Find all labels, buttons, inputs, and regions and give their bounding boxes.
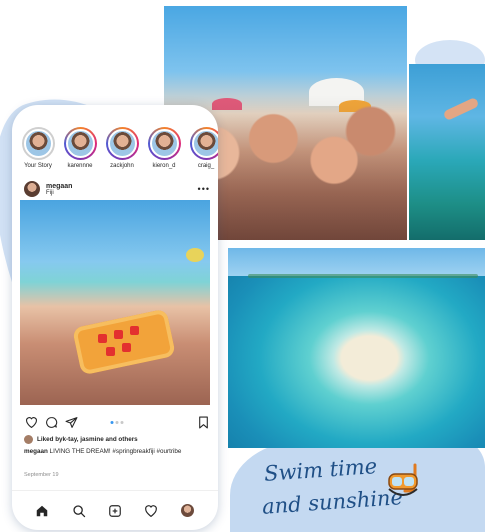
snorkel-diver-photo: [409, 64, 485, 240]
pong-float-shape: [72, 308, 176, 376]
carousel-dot: [120, 420, 124, 424]
post-caption: megaan LIVING THE DREAM! #springbreakfij…: [24, 448, 214, 455]
liked-prefix: Liked by: [37, 436, 63, 443]
avatar: [191, 129, 218, 158]
post-actions: [24, 415, 210, 429]
carousel-dots: [110, 420, 124, 424]
post-avatar[interactable]: [24, 181, 40, 197]
liked-names: k-tay, jasmine and others: [62, 436, 138, 443]
profile-tab[interactable]: [180, 503, 196, 519]
story-ring: [189, 127, 218, 160]
inflatable-shape: [186, 248, 204, 262]
cup-shape: [98, 334, 107, 343]
bookmark-icon[interactable]: [196, 415, 210, 429]
story-ring: [147, 127, 181, 160]
avatar: [65, 129, 95, 158]
post-username[interactable]: megaan: [46, 183, 72, 190]
story-label: craig_: [197, 163, 215, 169]
post-image[interactable]: [20, 200, 210, 405]
comment-icon[interactable]: [44, 415, 58, 429]
story-ring: [21, 127, 55, 160]
avatar: [107, 129, 137, 158]
post-location[interactable]: Fiji: [46, 190, 72, 196]
profile-avatar: [181, 504, 195, 517]
caption-text: LIVING THE DREAM! #springbreakfiji #ourt…: [47, 448, 182, 455]
cup-shape: [122, 343, 131, 352]
story-label: kieron_d: [152, 163, 176, 169]
sky-band: [228, 248, 485, 276]
story-item[interactable]: kieron_d: [146, 127, 182, 177]
post-header: megaan Fiji •••: [24, 179, 210, 199]
island-aerial-photo: [228, 248, 485, 448]
carousel-dot-active: [110, 420, 114, 424]
bottom-tab-bar: [12, 490, 218, 530]
story-item[interactable]: Your Story: [20, 127, 56, 177]
activity-heart-icon[interactable]: [143, 503, 159, 519]
carousel-dot: [115, 420, 119, 424]
story-item[interactable]: zackjohn: [104, 127, 140, 177]
avatar: [149, 129, 179, 158]
caption-username[interactable]: megaan: [24, 448, 48, 455]
story-label: zackjohn: [110, 163, 134, 169]
snorkel-mask-icon: [388, 463, 418, 496]
far-island: [248, 274, 478, 278]
search-icon[interactable]: [71, 503, 87, 519]
story-ring: [105, 127, 139, 160]
avatar: [23, 129, 53, 158]
heart-icon[interactable]: [24, 415, 38, 429]
diver-shape: [442, 96, 480, 122]
story-label: karennne: [67, 163, 93, 169]
cup-shape: [130, 326, 139, 335]
share-icon[interactable]: [64, 415, 78, 429]
story-item[interactable]: karennne: [62, 127, 98, 177]
phone-mockup: Your Story karennne zackjohn kieron_d cr…: [12, 105, 218, 530]
cup-shape: [114, 330, 123, 339]
cup-shape: [106, 347, 115, 356]
more-options-icon[interactable]: •••: [198, 184, 210, 194]
stories-row: Your Story karennne zackjohn kieron_d cr…: [20, 127, 218, 177]
post-date: September 19: [24, 472, 59, 478]
story-ring: [63, 127, 97, 160]
story-label: Your Story: [24, 163, 52, 169]
post-user-block: megaan Fiji: [46, 183, 72, 196]
home-icon[interactable]: [34, 503, 50, 519]
liked-by-line[interactable]: Liked by k-tay, jasmine and others: [24, 435, 138, 444]
story-item[interactable]: craig_: [188, 127, 218, 177]
add-icon[interactable]: [107, 503, 123, 519]
liker-avatar: [24, 435, 33, 444]
